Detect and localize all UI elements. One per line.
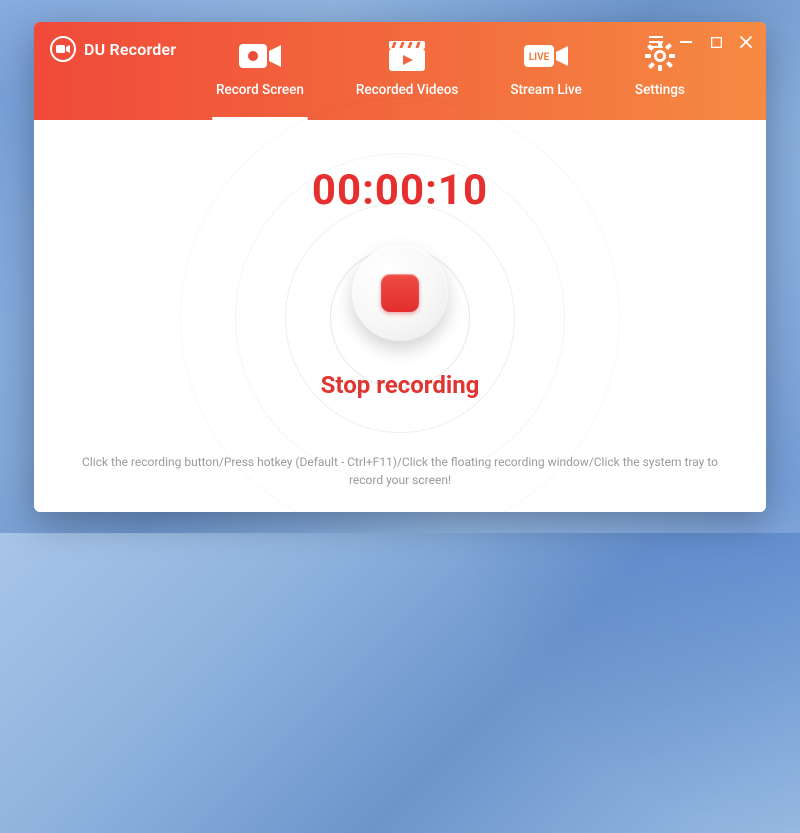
hint-text: Click the recording button/Press hotkey … — [34, 453, 766, 490]
close-button[interactable] — [738, 34, 754, 50]
recording-timer: 00:00:10 — [312, 166, 488, 215]
header-bar: DU Recorder Record Screen Recorded Video… — [34, 22, 766, 120]
recording-status-label: Stop recording — [321, 371, 480, 399]
tab-recorded-videos[interactable]: Recorded Videos — [344, 32, 470, 110]
tab-label: Record Screen — [216, 82, 304, 98]
video-camera-icon — [234, 38, 286, 74]
tab-bar: Record Screen Recorded Videos LIVE Strea… — [204, 32, 698, 110]
clapper-play-icon — [381, 38, 433, 74]
app-title: DU Recorder — [84, 40, 176, 59]
minimize-button[interactable] — [678, 34, 694, 50]
logo-area: DU Recorder — [34, 22, 192, 76]
tab-label: Recorded Videos — [356, 82, 458, 98]
svg-text:LIVE: LIVE — [529, 52, 550, 63]
live-camera-icon: LIVE — [520, 38, 572, 74]
stop-recording-button[interactable] — [352, 245, 448, 341]
stop-icon — [381, 274, 419, 312]
maximize-button[interactable] — [708, 34, 724, 50]
tab-record-screen[interactable]: Record Screen — [204, 32, 316, 110]
tab-label: Stream Live — [510, 82, 582, 98]
content-area: 00:00:10 Stop recording Click the record… — [34, 120, 766, 512]
tab-label: Settings — [635, 82, 685, 98]
app-window: DU Recorder Record Screen Recorded Video… — [34, 22, 766, 512]
window-controls — [648, 34, 754, 50]
tab-stream-live[interactable]: LIVE Stream Live — [498, 32, 594, 110]
menu-icon[interactable] — [648, 34, 664, 50]
app-logo-icon — [50, 36, 76, 62]
